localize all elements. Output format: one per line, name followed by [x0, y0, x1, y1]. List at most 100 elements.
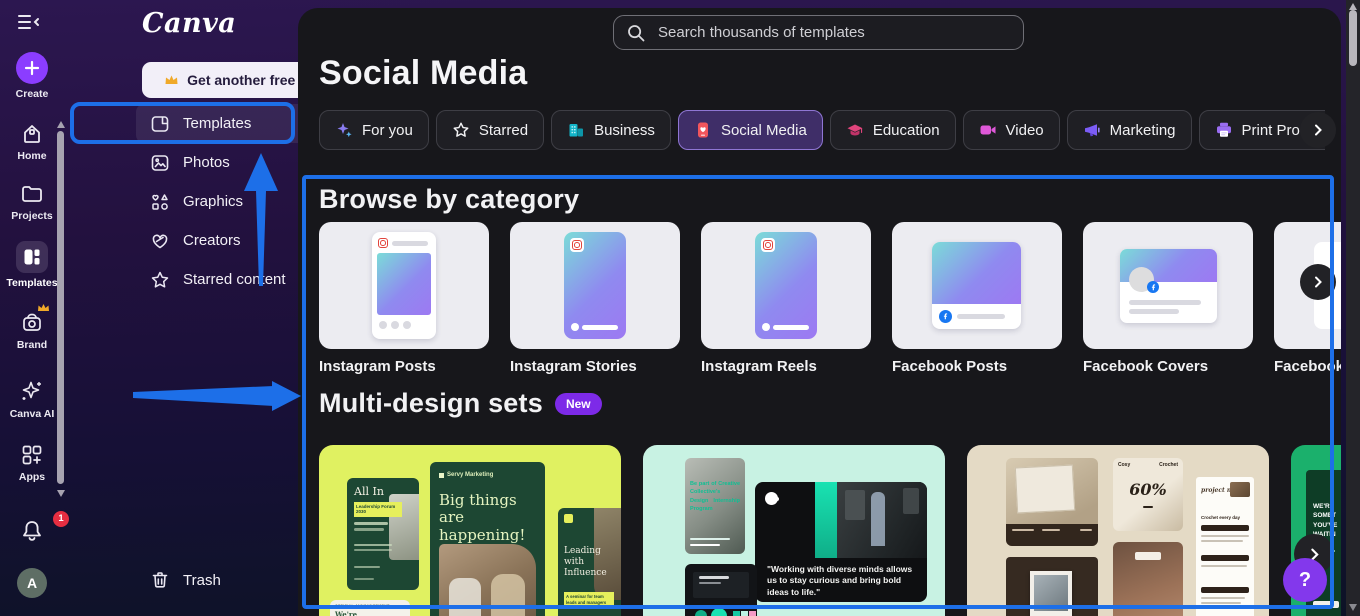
page-scrollbar[interactable]	[1346, 0, 1360, 616]
category-card-instagram-stories[interactable]: Instagram Stories	[510, 222, 680, 375]
decor	[354, 566, 380, 568]
card-thumbnail	[510, 222, 680, 349]
category-card-instagram-reels[interactable]: Instagram Reels	[701, 222, 871, 375]
decor: Servy Marketing	[439, 472, 493, 478]
thumb-text: Cosy	[1118, 462, 1131, 468]
browse-card-row: Instagram Posts Instagram Stories Instag…	[319, 222, 1341, 375]
sidebar-item-templates[interactable]: Templates	[0, 241, 64, 289]
design-set-creative-collective[interactable]: Be part of Creative Collective's Design …	[643, 445, 945, 616]
thumb-text: WE'RE	[1313, 503, 1335, 510]
home-icon	[0, 122, 64, 146]
thumb-text: Crochet	[1159, 462, 1178, 468]
chip-starred[interactable]: Starred	[435, 110, 545, 150]
search-bar[interactable]	[613, 15, 1024, 50]
card-label: Facebook	[1274, 358, 1341, 375]
thumb-text: Crochet every day	[1201, 515, 1241, 520]
chip-video[interactable]: Video	[962, 110, 1060, 150]
color-chip	[741, 611, 748, 616]
decor	[491, 574, 525, 616]
menu-label: Creators	[183, 232, 241, 249]
decor	[392, 240, 428, 246]
chip-business[interactable]: Business	[551, 110, 671, 150]
search-input[interactable]	[656, 23, 1011, 42]
category-card-instagram-posts[interactable]: Instagram Posts	[319, 222, 489, 375]
decor	[564, 514, 573, 523]
decor	[1201, 555, 1249, 561]
chips-scroll-right-button[interactable]	[1300, 112, 1336, 148]
decor	[815, 482, 837, 558]
template-thumbnail: "Working with diverse minds allows us to…	[755, 482, 927, 602]
account-avatar[interactable]: A	[0, 568, 64, 598]
scrollbar-down-arrow[interactable]	[1349, 604, 1357, 611]
template-thumbnail	[1006, 557, 1098, 616]
star-icon	[452, 121, 470, 139]
brand-icon	[0, 311, 64, 335]
design-set-marketing[interactable]: All In Leadership Forum 2030 Servy Marke…	[319, 445, 621, 616]
sidebar-item-create[interactable]: Create	[0, 52, 64, 100]
printer-icon	[1215, 121, 1233, 139]
card-thumbnail	[701, 222, 871, 349]
bell-icon: 1	[15, 511, 69, 545]
chip-marketing[interactable]: Marketing	[1066, 110, 1192, 150]
sidebar-item-brand[interactable]: Brand	[0, 304, 64, 351]
decor	[379, 321, 411, 329]
trash-icon	[150, 570, 170, 590]
rail-scrollbar-thumb[interactable]	[57, 131, 64, 484]
template-thumbnail: Servy Marketing Big things are happening…	[430, 462, 545, 616]
photos-icon	[150, 153, 170, 173]
decor	[354, 578, 374, 580]
new-badge: New	[554, 392, 602, 415]
avatar: A	[17, 568, 47, 598]
chip-for-you[interactable]: For you	[319, 110, 429, 150]
design-set-crochet[interactable]: Cosy Crochet 60% project notes Crochet e…	[967, 445, 1269, 616]
shapes-icon	[150, 192, 170, 212]
category-card-facebook-partial[interactable]: Facebook	[1274, 222, 1341, 375]
card-label: Facebook Posts	[892, 358, 1008, 375]
thumb-text: Leadership Forum 2030	[354, 502, 402, 517]
crown-icon	[164, 74, 179, 86]
card-label: Instagram Reels	[701, 358, 817, 375]
phone-heart-icon	[694, 121, 712, 139]
thumb-text: Big things are happening!	[439, 491, 526, 544]
template-thumbnail: Be part of Creative Collective's Design …	[685, 458, 745, 554]
crown-icon	[37, 303, 50, 313]
sidebar-item-projects[interactable]: Projects	[0, 182, 64, 222]
category-card-facebook-covers[interactable]: Facebook Covers	[1083, 222, 1253, 375]
sidebar-collapse-icon[interactable]	[16, 12, 42, 32]
templates-icon	[150, 114, 170, 134]
thumb-text: We're expanding our services to new regi…	[335, 610, 358, 616]
menu-label: Starred content	[183, 271, 286, 288]
scrollbar-up-arrow[interactable]	[1349, 3, 1357, 10]
notifications-button[interactable]: 1	[0, 511, 69, 551]
decor	[379, 321, 387, 329]
sidebar-item-home[interactable]: Home	[0, 122, 64, 162]
decor	[1201, 540, 1243, 542]
decor	[762, 323, 770, 331]
decor	[1080, 529, 1092, 531]
thumb-text: All In	[354, 485, 384, 498]
chip-social-media[interactable]: Social Media	[677, 110, 823, 150]
sidebar-item-apps[interactable]: Apps	[0, 443, 64, 483]
post-mockup	[932, 242, 1021, 329]
card-thumbnail	[319, 222, 489, 349]
decor	[1201, 525, 1249, 531]
photo-placeholder	[837, 482, 927, 558]
decor	[354, 528, 384, 531]
chip-label: Starred	[478, 121, 529, 139]
browse-carousel-next-button[interactable]	[1300, 264, 1336, 300]
category-card-facebook-posts[interactable]: Facebook Posts	[892, 222, 1062, 375]
decor	[439, 472, 444, 478]
thumb-text: YOU'VE	[1313, 521, 1338, 529]
rail-label: Home	[17, 150, 47, 162]
templates-icon	[16, 241, 48, 273]
chip-education[interactable]: Education	[829, 110, 956, 150]
decor	[403, 321, 411, 329]
menu-label: Templates	[183, 115, 252, 132]
help-button[interactable]: ?	[1283, 558, 1327, 602]
chip-label: Video	[1005, 121, 1044, 139]
card-thumbnail	[892, 222, 1062, 349]
sidebar-item-canva-ai[interactable]: Canva AI	[0, 378, 64, 420]
page-scrollbar-thumb[interactable]	[1349, 10, 1357, 66]
plus-icon	[16, 52, 48, 84]
decor	[1006, 524, 1098, 546]
